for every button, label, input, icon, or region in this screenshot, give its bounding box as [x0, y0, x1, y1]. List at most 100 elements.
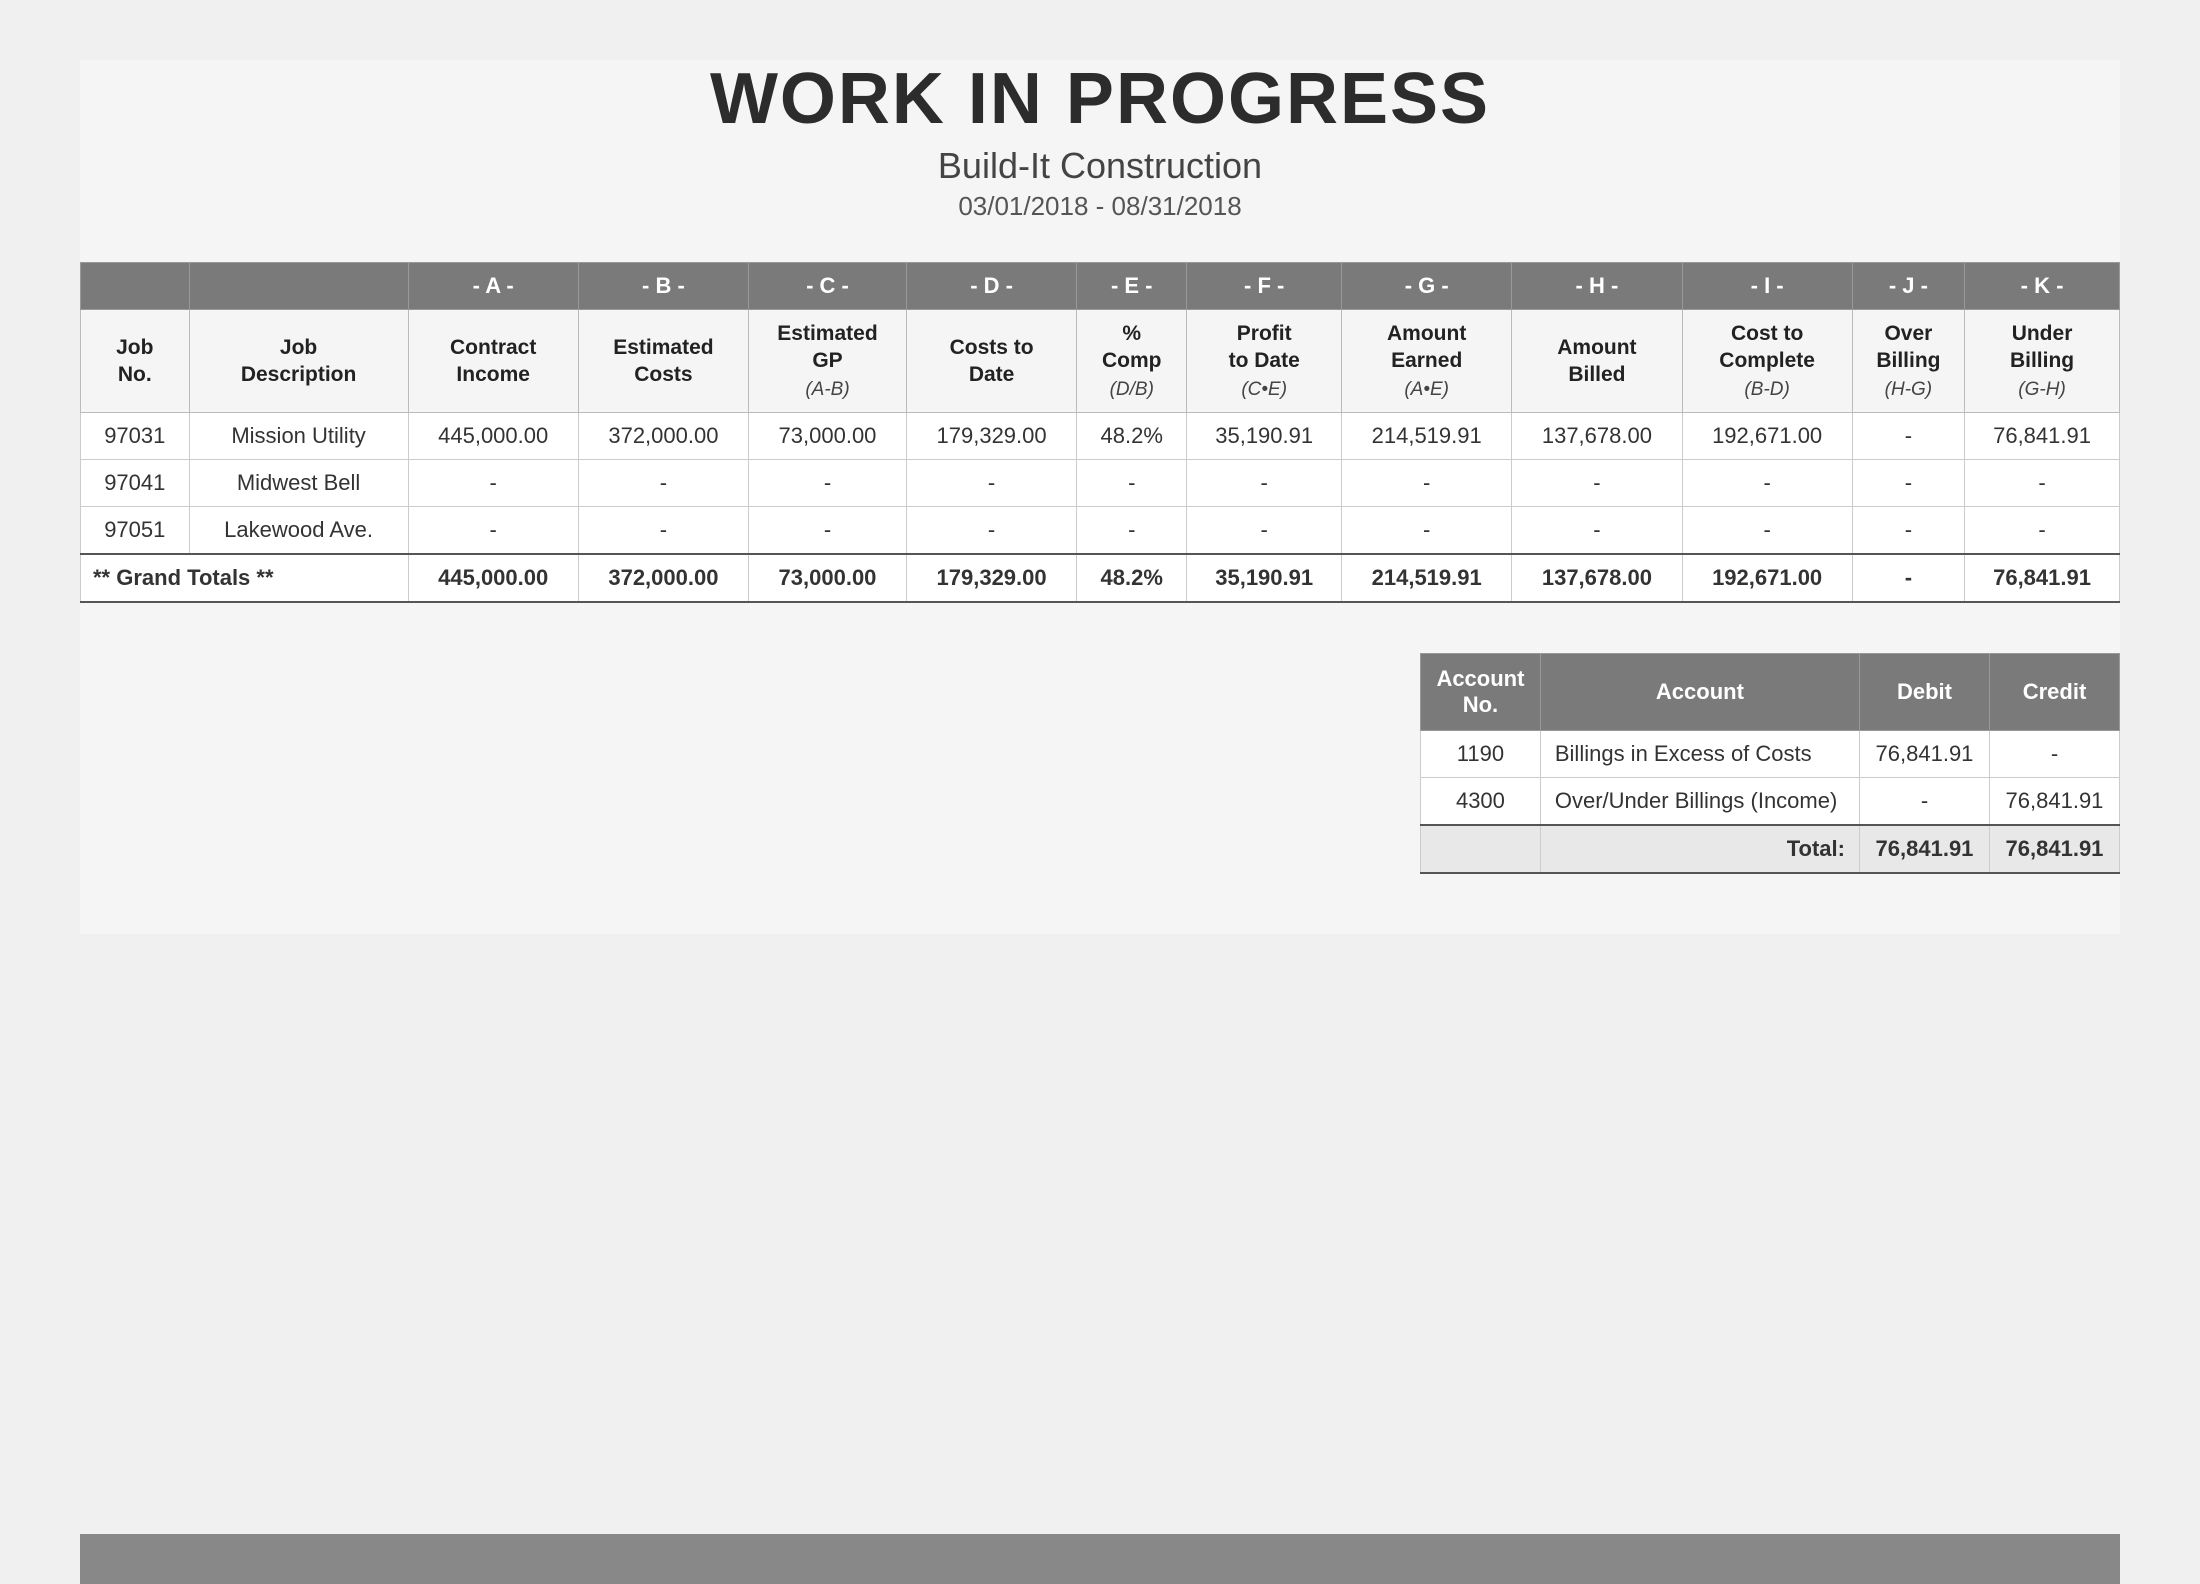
under-billing: - — [1965, 507, 2120, 555]
account-row: 1190 Billings in Excess of Costs 76,841.… — [1421, 731, 2120, 778]
col-header-over-billing: OverBilling(H-G) — [1852, 310, 1964, 413]
debit: - — [1859, 778, 1989, 826]
col-letter-h: - H - — [1512, 263, 1682, 310]
col-letter-e: - E - — [1077, 263, 1187, 310]
col-letter-k: - K - — [1965, 263, 2120, 310]
col-letter-d: - D - — [906, 263, 1076, 310]
col-header-profit-to-date: Profitto Date(C•E) — [1187, 310, 1342, 413]
total-label: Total: — [1540, 825, 1859, 873]
est-gp: 73,000.00 — [749, 413, 907, 460]
account-section: AccountNo. Account Debit Credit 1190 Bil… — [80, 653, 2120, 874]
debit: 76,841.91 — [1859, 731, 1989, 778]
report-header: WORK IN PROGRESS Build-It Construction 0… — [80, 60, 2120, 222]
col-letter-c: - C - — [749, 263, 907, 310]
col-letter-empty1 — [81, 263, 190, 310]
account-header-row: AccountNo. Account Debit Credit — [1421, 654, 2120, 731]
amount-billed: 137,678.00 — [1512, 413, 1682, 460]
contract-income: - — [408, 460, 578, 507]
table-row: 97031 Mission Utility 445,000.00 372,000… — [81, 413, 2120, 460]
costs-to-date: - — [906, 460, 1076, 507]
costs-to-date: - — [906, 507, 1076, 555]
gt-est-costs: 372,000.00 — [578, 554, 748, 602]
col-header-pct-comp: %Comp(D/B) — [1077, 310, 1187, 413]
amount-billed: - — [1512, 460, 1682, 507]
gt-amount-billed: 137,678.00 — [1512, 554, 1682, 602]
account-name: Billings in Excess of Costs — [1540, 731, 1859, 778]
col-letter-empty2 — [189, 263, 408, 310]
credit: - — [1989, 731, 2119, 778]
gt-contract-income: 445,000.00 — [408, 554, 578, 602]
gt-profit-to-date: 35,190.91 — [1187, 554, 1342, 602]
gt-pct-comp: 48.2% — [1077, 554, 1187, 602]
gt-under-billing: 76,841.91 — [1965, 554, 2120, 602]
col-header-contract-income: ContractIncome — [408, 310, 578, 413]
over-billing: - — [1852, 413, 1964, 460]
credit: 76,841.91 — [1989, 778, 2119, 826]
job-no: 97031 — [81, 413, 190, 460]
est-gp: - — [749, 507, 907, 555]
amount-earned: - — [1342, 460, 1512, 507]
column-header-row: JobNo. JobDescription ContractIncome Est… — [81, 310, 2120, 413]
est-gp: - — [749, 460, 907, 507]
est-costs: 372,000.00 — [578, 413, 748, 460]
col-header-job-desc: JobDescription — [189, 310, 408, 413]
total-empty1 — [1421, 825, 1541, 873]
job-no: 97051 — [81, 507, 190, 555]
total-credit: 76,841.91 — [1989, 825, 2119, 873]
under-billing: - — [1965, 460, 2120, 507]
profit-to-date: - — [1187, 460, 1342, 507]
account-table: AccountNo. Account Debit Credit 1190 Bil… — [1420, 653, 2120, 874]
column-letter-row: - A - - B - - C - - D - - E - - F - - G … — [81, 263, 2120, 310]
report-title: WORK IN PROGRESS — [80, 60, 2120, 139]
col-letter-a: - A - — [408, 263, 578, 310]
job-no: 97041 — [81, 460, 190, 507]
cost-to-complete: - — [1682, 507, 1852, 555]
gt-cost-to-complete: 192,671.00 — [1682, 554, 1852, 602]
job-desc: Lakewood Ave. — [189, 507, 408, 555]
contract-income: 445,000.00 — [408, 413, 578, 460]
col-header-under-billing: UnderBilling(G-H) — [1965, 310, 2120, 413]
gt-amount-earned: 214,519.91 — [1342, 554, 1512, 602]
pct-comp: - — [1077, 507, 1187, 555]
job-desc: Mission Utility — [189, 413, 408, 460]
gt-over-billing: - — [1852, 554, 1964, 602]
profit-to-date: - — [1187, 507, 1342, 555]
total-debit: 76,841.91 — [1859, 825, 1989, 873]
grand-total-row: ** Grand Totals ** 445,000.00 372,000.00… — [81, 554, 2120, 602]
pct-comp: - — [1077, 460, 1187, 507]
col-acct-no: AccountNo. — [1421, 654, 1541, 731]
col-letter-f: - F - — [1187, 263, 1342, 310]
cost-to-complete: - — [1682, 460, 1852, 507]
date-range: 03/01/2018 - 08/31/2018 — [80, 191, 2120, 222]
gt-est-gp: 73,000.00 — [749, 554, 907, 602]
col-header-est-gp: EstimatedGP(A-B) — [749, 310, 907, 413]
col-letter-i: - I - — [1682, 263, 1852, 310]
wip-table: - A - - B - - C - - D - - E - - F - - G … — [80, 262, 2120, 603]
account-name: Over/Under Billings (Income) — [1540, 778, 1859, 826]
pct-comp: 48.2% — [1077, 413, 1187, 460]
grand-total-label: ** Grand Totals ** — [81, 554, 409, 602]
page-container: WORK IN PROGRESS Build-It Construction 0… — [80, 60, 2120, 934]
under-billing: 76,841.91 — [1965, 413, 2120, 460]
amount-earned: - — [1342, 507, 1512, 555]
table-row: 97051 Lakewood Ave. - - - - - - - - - - … — [81, 507, 2120, 555]
col-header-amount-earned: AmountEarned(A•E) — [1342, 310, 1512, 413]
est-costs: - — [578, 460, 748, 507]
gt-costs-to-date: 179,329.00 — [906, 554, 1076, 602]
profit-to-date: 35,190.91 — [1187, 413, 1342, 460]
col-header-cost-to-complete: Cost toComplete(B-D) — [1682, 310, 1852, 413]
acct-no: 1190 — [1421, 731, 1541, 778]
over-billing: - — [1852, 460, 1964, 507]
contract-income: - — [408, 507, 578, 555]
est-costs: - — [578, 507, 748, 555]
col-letter-b: - B - — [578, 263, 748, 310]
account-total-row: Total: 76,841.91 76,841.91 — [1421, 825, 2120, 873]
col-header-costs-to-date: Costs toDate — [906, 310, 1076, 413]
col-header-amount-billed: AmountBilled — [1512, 310, 1682, 413]
col-debit: Debit — [1859, 654, 1989, 731]
company-name: Build-It Construction — [80, 145, 2120, 187]
cost-to-complete: 192,671.00 — [1682, 413, 1852, 460]
col-credit: Credit — [1989, 654, 2119, 731]
col-account: Account — [1540, 654, 1859, 731]
col-letter-j: - J - — [1852, 263, 1964, 310]
